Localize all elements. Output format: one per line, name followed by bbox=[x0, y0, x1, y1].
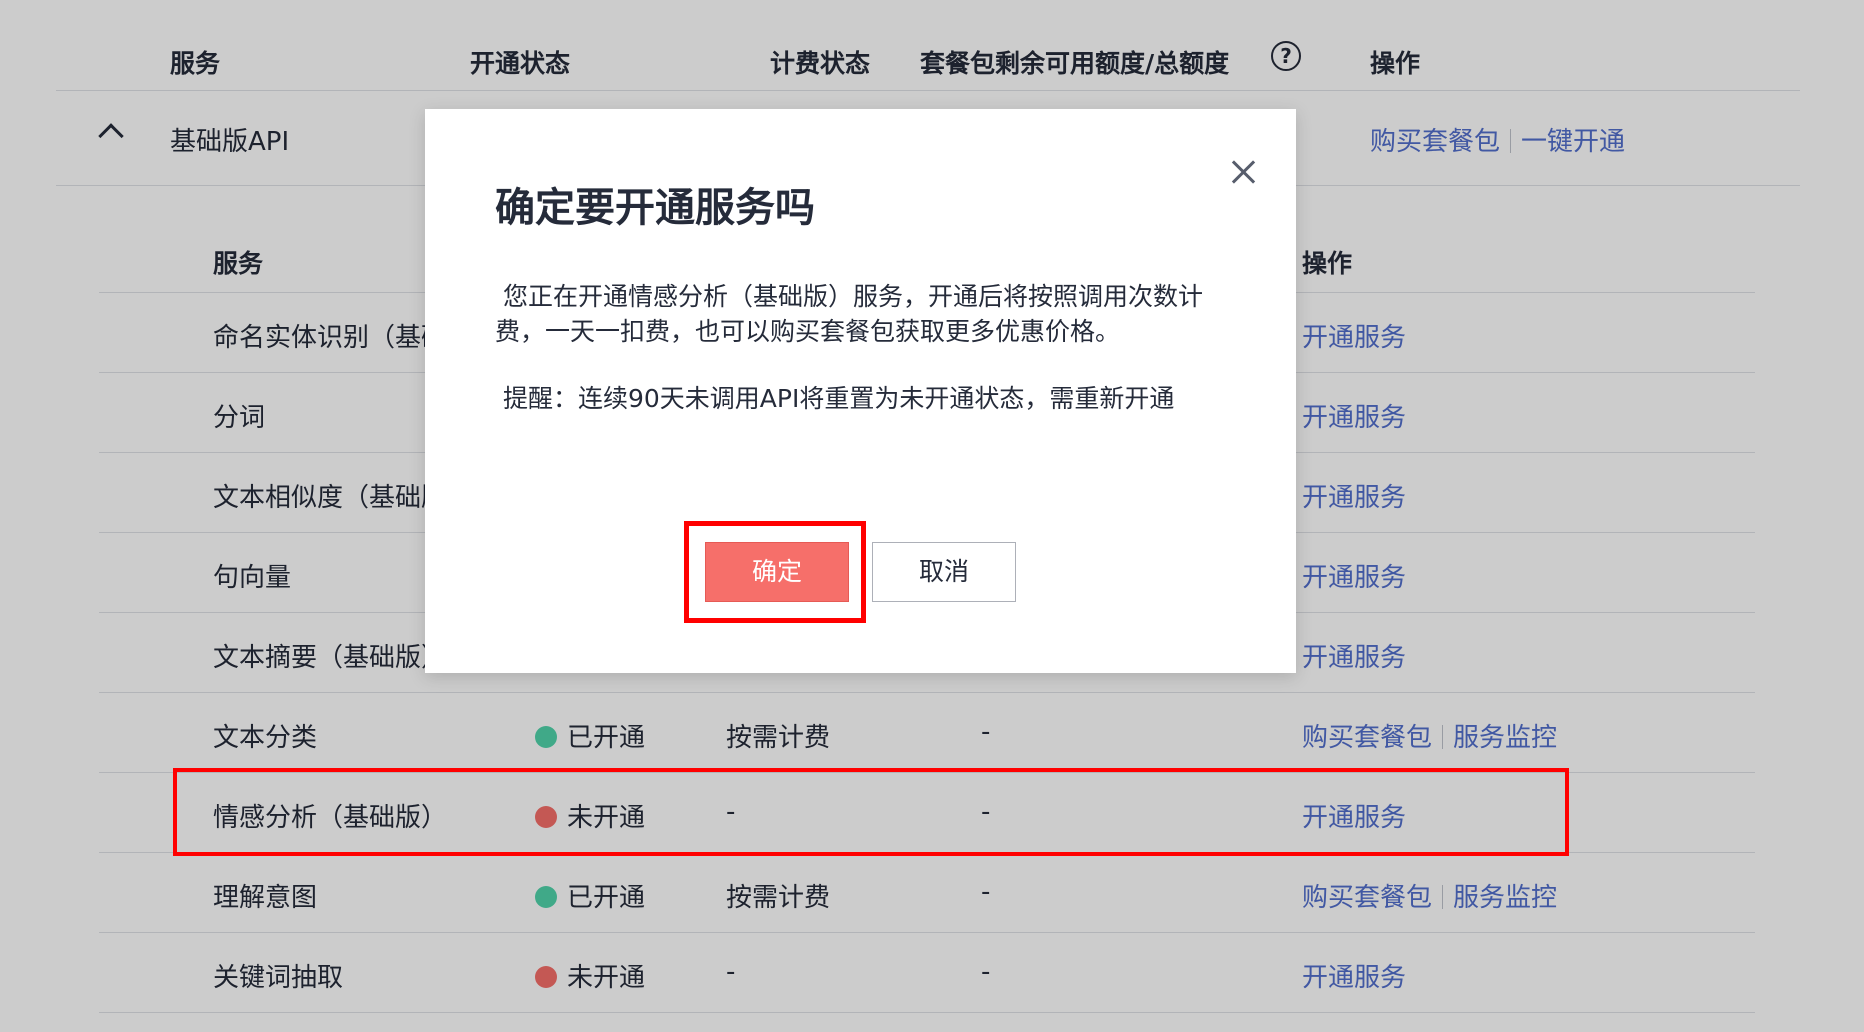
cancel-button[interactable]: 取消 bbox=[872, 542, 1016, 602]
dialog-reminder: 提醒：连续90天未调用API将重置为未开通状态，需重新开通 bbox=[503, 384, 1175, 413]
dialog-body: 您正在开通情感分析（基础版）服务，开通后将按照调用次数计费，一天一扣费，也可以购… bbox=[495, 279, 1225, 416]
dialog-message: 您正在开通情感分析（基础版）服务，开通后将按照调用次数计费，一天一扣费，也可以购… bbox=[495, 282, 1204, 346]
dialog-title: 确定要开通服务吗 bbox=[495, 185, 815, 231]
close-icon[interactable] bbox=[1225, 154, 1261, 190]
service-management-page: 服务 开通状态 计费状态 套餐包剩余可用额度/总额度 操作 ? 基础版API 购… bbox=[0, 0, 1864, 1032]
confirm-enable-dialog: 确定要开通服务吗 您正在开通情感分析（基础版）服务，开通后将按照调用次数计费，一… bbox=[425, 109, 1296, 673]
confirm-button[interactable]: 确定 bbox=[705, 542, 849, 602]
row-highlight-annotation bbox=[173, 768, 1569, 856]
